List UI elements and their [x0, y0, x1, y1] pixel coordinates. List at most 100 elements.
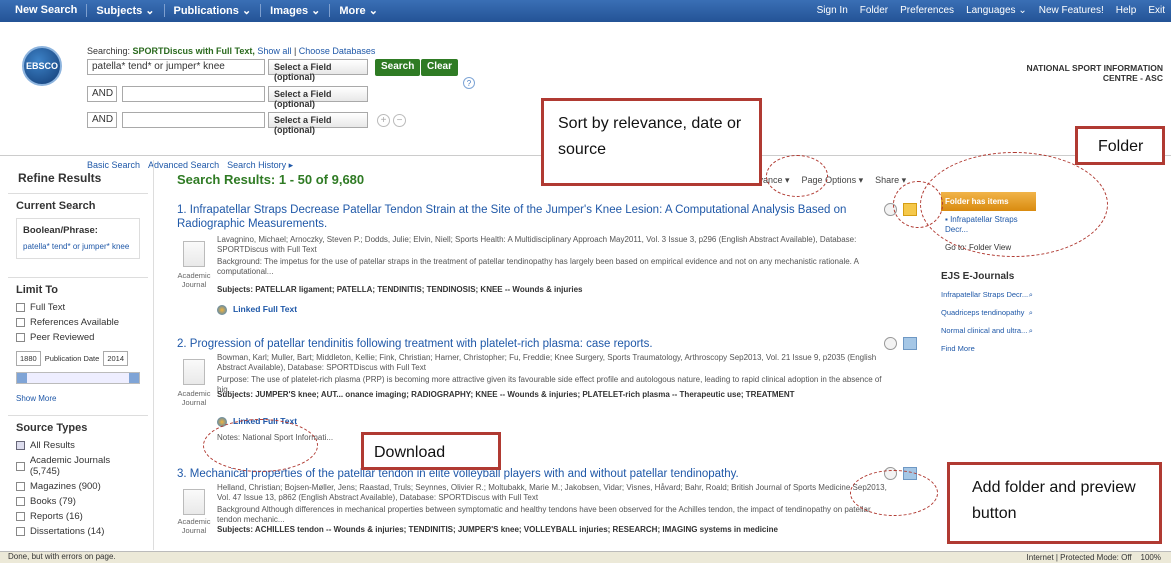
sign-in-link[interactable]: Sign In [817, 5, 848, 16]
remove-row-icon[interactable]: − [393, 114, 406, 127]
ejs-title: EJS E-Journals [941, 271, 1015, 282]
publication-type: Academic Journal [177, 517, 211, 535]
add-row-icon[interactable]: + [377, 114, 390, 127]
limit-references[interactable]: References Available [16, 317, 140, 328]
checkbox-icon[interactable] [16, 333, 25, 342]
results-main: Search Results: 1 - 50 of 9,680 Relevanc… [165, 165, 935, 555]
find-more-link[interactable]: Find More [941, 344, 1137, 353]
annotation-ring-add [850, 470, 938, 516]
boolean-value[interactable]: patella* tend* or jumper* knee [23, 242, 133, 252]
menu-images[interactable]: Images ⌄ [261, 4, 331, 17]
refine-results-sidebar: Refine Results Current Search Boolean/Ph… [8, 167, 148, 547]
publication-type: Academic Journal [177, 389, 211, 407]
limit-full-text[interactable]: Full Text [16, 302, 140, 313]
linked-full-text-1[interactable]: Linked Full Text [217, 304, 297, 315]
help-icon[interactable]: ? [463, 77, 475, 89]
source-label: Dissertations (14) [30, 526, 105, 537]
search-input-1[interactable]: patella* tend* or jumper* knee [87, 59, 265, 75]
result-item-2: 2. Progression of patellar tendinitis fo… [177, 337, 917, 442]
checkbox-icon[interactable] [16, 461, 25, 471]
slider-handle-right[interactable] [129, 373, 139, 383]
limit-peer-reviewed[interactable]: Peer Reviewed [16, 332, 140, 343]
result-title-text[interactable]: Infrapatellar Straps Decrease Patellar T… [177, 204, 846, 230]
result-title-2[interactable]: 2. Progression of patellar tendinitis fo… [177, 337, 897, 351]
exit-link[interactable]: Exit [1148, 5, 1165, 16]
source-types-panel: Source Types All Results Academic Journa… [8, 415, 148, 547]
source-books[interactable]: Books (79) [16, 496, 140, 507]
preview-icon[interactable]: ⌕ [1029, 326, 1033, 336]
show-all-link[interactable]: Show all [257, 46, 291, 56]
source-reports[interactable]: Reports (16) [16, 511, 140, 522]
limit-label: References Available [30, 317, 120, 328]
document-icon [183, 489, 205, 515]
user-menu: Sign In Folder Preferences Languages ⌄ N… [817, 5, 1165, 16]
field-select-3[interactable]: Select a Field (optional) [268, 112, 368, 135]
result-item-1: 1. Infrapatellar Straps Decrease Patella… [177, 203, 917, 315]
share-menu[interactable]: Share ▾ [875, 175, 906, 186]
help-link[interactable]: Help [1116, 5, 1137, 16]
journal-label[interactable]: Infrapatellar Straps Decr... [941, 290, 1028, 300]
checkbox-icon[interactable] [16, 527, 25, 536]
ebsco-logo: EBSCO [22, 46, 62, 86]
preview-icon[interactable]: ⌕ [1029, 308, 1033, 318]
preferences-link[interactable]: Preferences [900, 5, 954, 16]
add-to-folder-icon[interactable] [903, 337, 917, 350]
linked-full-text-label[interactable]: Linked Full Text [233, 304, 297, 314]
journal-label[interactable]: Normal clinical and ultra... [941, 326, 1027, 336]
checkbox-icon[interactable] [16, 482, 25, 491]
security-zone: Internet | Protected Mode: Off [1026, 553, 1132, 562]
result-subjects: Subjects: JUMPER'S knee; AUT... onance i… [217, 390, 795, 399]
result-number: 3. [177, 468, 187, 480]
journal-label[interactable]: Quadriceps tendinopathy [941, 308, 1024, 318]
source-all[interactable]: All Results [16, 440, 140, 451]
new-features-link[interactable]: New Features! [1039, 5, 1104, 16]
preview-icon[interactable] [884, 337, 897, 350]
date-slider[interactable] [16, 372, 140, 384]
journal-item[interactable]: Infrapatellar Straps Decr... ⌕ [941, 290, 1033, 300]
source-dissertations[interactable]: Dissertations (14) [16, 526, 140, 537]
menu-subjects[interactable]: Subjects ⌄ [87, 4, 165, 17]
search-input-2[interactable] [122, 86, 265, 102]
result-abstract: Background: The impetus for the use of p… [217, 257, 859, 276]
journal-item[interactable]: Quadriceps tendinopathy ⌕ [941, 308, 1033, 318]
annotation-ring-sort [766, 155, 828, 197]
source-label: Reports (16) [30, 511, 83, 522]
menu-new-search[interactable]: New Search [6, 4, 88, 17]
date-to-input[interactable]: 2014 [103, 351, 128, 366]
zoom-level[interactable]: 100% [1141, 553, 1161, 562]
limit-label: Peer Reviewed [30, 332, 95, 343]
source-academic[interactable]: Academic Journals (5,745) [16, 455, 140, 477]
slider-handle-left[interactable] [17, 373, 27, 383]
search-input-3[interactable] [122, 112, 265, 128]
choose-databases-link[interactable]: Choose Databases [299, 46, 376, 56]
preview-icon[interactable]: ⌕ [1029, 290, 1033, 300]
show-more-link[interactable]: Show More [16, 394, 140, 403]
annotation-sort: Sort by relevance, date or source [541, 98, 762, 186]
checkbox-icon[interactable] [16, 303, 25, 312]
menu-publications[interactable]: Publications ⌄ [165, 4, 262, 17]
journal-item[interactable]: Normal clinical and ultra... ⌕ [941, 326, 1033, 336]
checkbox-icon[interactable] [16, 441, 25, 450]
field-select-1[interactable]: Select a Field (optional) [268, 59, 368, 82]
result-title-text[interactable]: Progression of patellar tendinitis follo… [190, 338, 653, 350]
current-search-panel: Current Search Boolean/Phrase: patella* … [8, 193, 148, 265]
checkbox-icon[interactable] [16, 318, 25, 327]
bool-select-3[interactable]: AND [87, 112, 117, 128]
full-text-icon [217, 304, 227, 315]
menu-more[interactable]: More ⌄ [330, 4, 387, 17]
date-from-input[interactable]: 1880 [16, 351, 41, 366]
bool-select-2[interactable]: AND [87, 86, 117, 102]
languages-link[interactable]: Languages ⌄ [966, 5, 1027, 16]
checkbox-icon[interactable] [16, 512, 25, 521]
source-types-title: Source Types [16, 422, 88, 434]
result-number: 1. [177, 204, 187, 216]
folder-link[interactable]: Folder [860, 5, 888, 16]
checkbox-icon[interactable] [16, 497, 25, 506]
source-magazines[interactable]: Magazines (900) [16, 481, 140, 492]
institution-name: NATIONAL SPORT INFORMATION CENTRE - ASC [1026, 63, 1163, 83]
status-right: Internet | Protected Mode: Off 100% [1027, 553, 1161, 562]
result-title-1[interactable]: 1. Infrapatellar Straps Decrease Patella… [177, 203, 897, 231]
clear-button[interactable]: Clear [421, 59, 459, 76]
field-select-2[interactable]: Select a Field (optional) [268, 86, 368, 109]
search-button[interactable]: Search [375, 59, 421, 76]
